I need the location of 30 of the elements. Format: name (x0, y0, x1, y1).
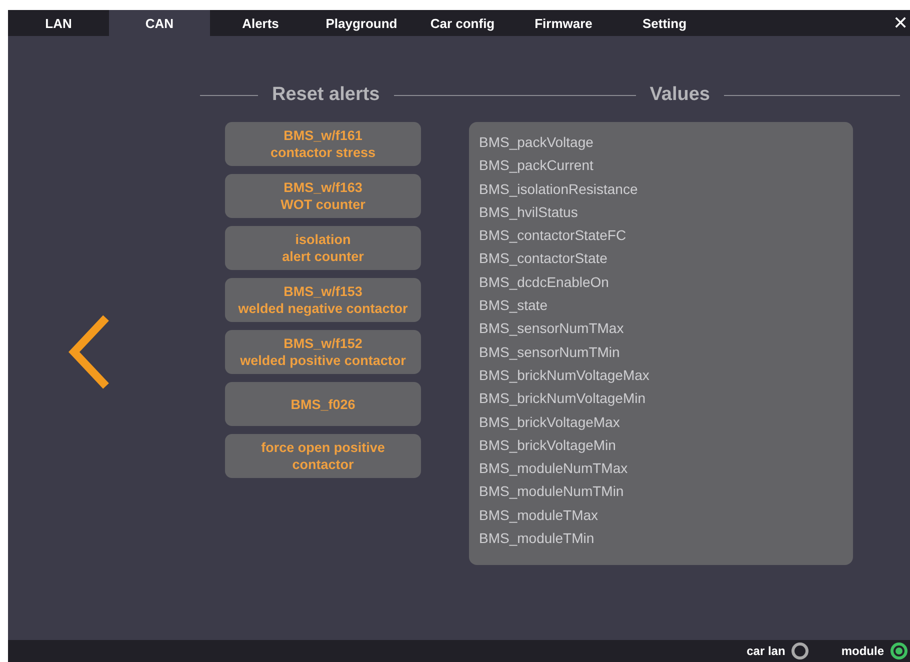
value-item: BMS_dcdcEnableOn (479, 272, 610, 292)
value-item: BMS_contactorState (479, 249, 608, 268)
value-item: BMS_packCurrent (479, 156, 594, 176)
nav-tab[interactable]: Alerts (210, 10, 311, 36)
close-button[interactable]: ✕ (891, 10, 910, 36)
value-item: BMS_sensorNumTMin (479, 342, 621, 362)
value-item: BMS_moduleTMax (479, 506, 600, 525)
value-item: BMS_moduleTMin (479, 529, 596, 548)
value-item: BMS_brickVoltageMax (479, 412, 621, 432)
status-label: car lan (746, 644, 786, 658)
value-item: BMS_hvilStatus (479, 202, 579, 222)
section-title: Reset alerts (272, 84, 380, 106)
nav-tab[interactable]: LAN (8, 10, 109, 36)
nav-tab[interactable]: Playground (311, 10, 412, 36)
value-item: BMS_state (479, 296, 548, 316)
value-item: BMS_sensorNumTMax (479, 319, 625, 338)
value-item: BMS_brickNumVoltageMin (479, 389, 647, 408)
value-item: BMS_packVoltage (479, 133, 594, 152)
value-item: BMS_brickVoltageMin (479, 436, 617, 455)
value-item: BMS_isolationResistance (479, 180, 639, 199)
value-item: BMS_moduleNumTMax (479, 459, 629, 478)
value-item: BMS_brickNumVoltageMax (479, 366, 650, 385)
nav-tab[interactable]: Setting (614, 10, 715, 36)
nav-tab[interactable]: Firmware (513, 10, 614, 36)
section-title: Values (650, 84, 710, 106)
status-label: module (841, 644, 884, 658)
nav-tab[interactable]: Car config (412, 10, 513, 36)
value-item: BMS_moduleNumTMin (479, 482, 625, 502)
value-item: BMS_contactorStateFC (479, 226, 628, 246)
nav-tab[interactable]: CAN (109, 10, 210, 36)
